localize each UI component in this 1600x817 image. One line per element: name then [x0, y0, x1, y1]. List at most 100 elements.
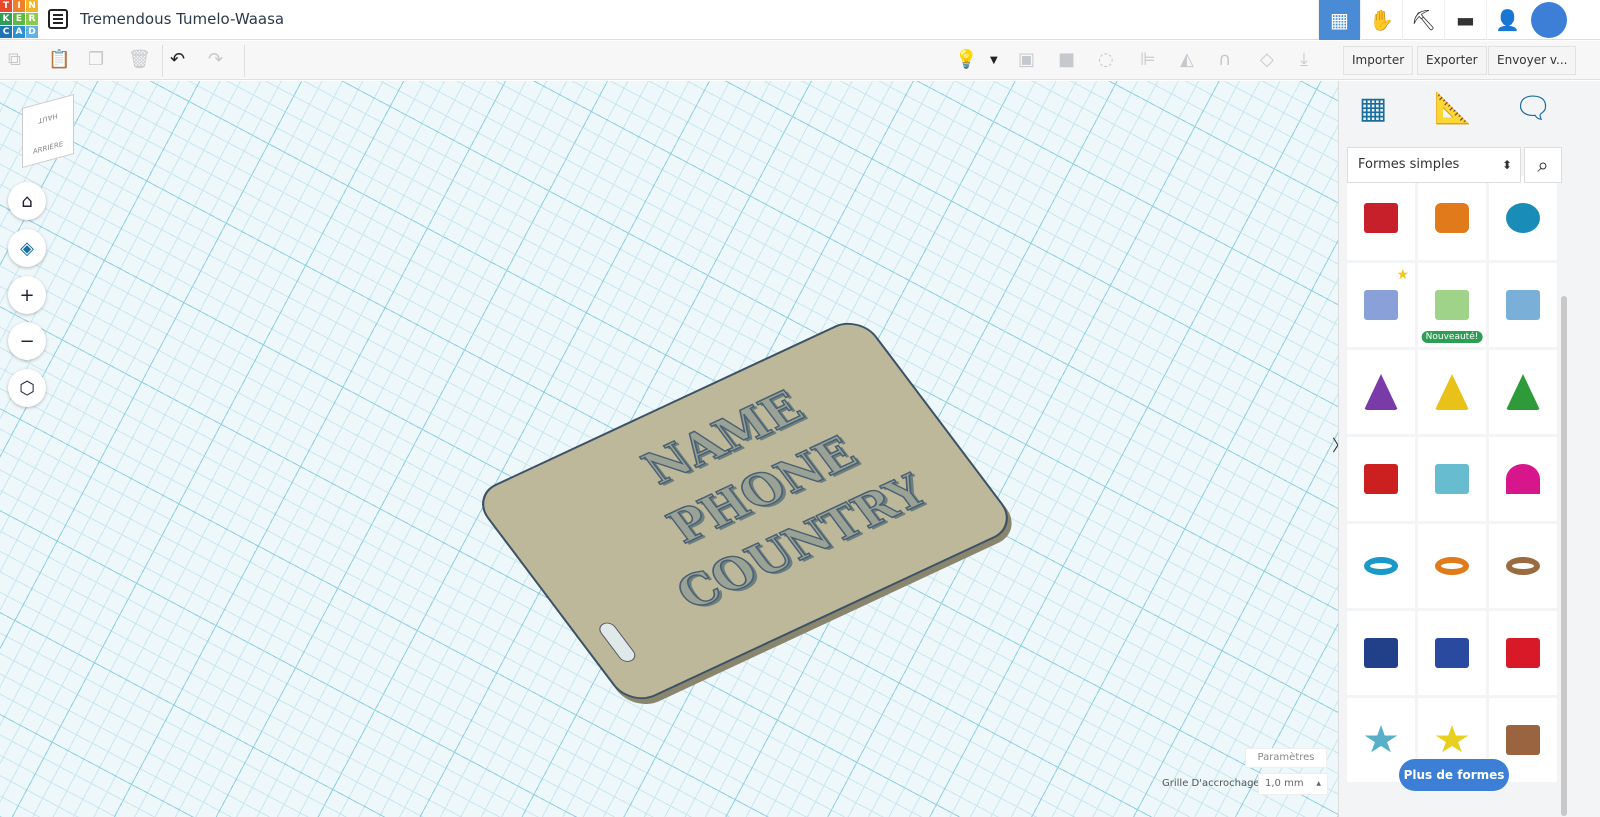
design-menu-icon[interactable]	[48, 9, 68, 29]
logo-letter: A	[13, 26, 25, 38]
text-3d-icon	[1506, 290, 1540, 320]
shape-half-sphere[interactable]	[1489, 437, 1557, 521]
polyhedron-icon	[1506, 638, 1540, 668]
ring-icon	[1506, 557, 1540, 575]
paste-icon[interactable]: 📋	[48, 49, 70, 70]
text-icon	[1364, 464, 1398, 494]
shape-wedge-box[interactable]	[1347, 611, 1415, 695]
hexagonal-prism-icon	[1435, 638, 1469, 668]
import-button[interactable]: Importer	[1343, 46, 1414, 75]
spinning-top-icon	[1435, 290, 1469, 320]
avatar-icon[interactable]	[1528, 0, 1570, 40]
viewcube-front-label: ARRIÈRE	[32, 139, 64, 157]
shapes-panel: ▦ 📐 🗨 ★ Nouveauté! Formes simples ⌕ Plus …	[1338, 81, 1600, 817]
redo-icon[interactable]: ↷	[208, 49, 223, 70]
zoom-in-icon[interactable]: +	[8, 276, 46, 314]
grid-view-icon[interactable]: ▦	[1318, 0, 1360, 40]
box-icon	[1364, 203, 1398, 233]
shape-pyramid[interactable]	[1418, 350, 1486, 434]
tinkercad-logo[interactable]: TIN KER CAD	[0, 0, 38, 38]
magnet-icon[interactable]: ∩	[1218, 49, 1231, 70]
workplane-grid-icon[interactable]: ▦	[1353, 91, 1393, 131]
design-title[interactable]: Tremendous Tumelo-Waasa	[80, 10, 284, 28]
workplane-viewport[interactable]: HAUT ARRIÈRE ⌂ ◈ + − ⬡ NAME PHONE COUNTR…	[0, 81, 1338, 817]
align-icon[interactable]: ⊫	[1140, 49, 1156, 70]
cylinder-icon	[1435, 203, 1469, 233]
light-bulb-icon[interactable]: 💡	[955, 49, 977, 70]
lego-brick-icon[interactable]: ▬	[1444, 0, 1486, 40]
shape-hexagonal-prism[interactable]	[1418, 611, 1486, 695]
minecraft-pickaxe-icon[interactable]: ⛏	[1402, 0, 1444, 40]
logo-letter: D	[26, 26, 38, 38]
shape-cylinder[interactable]	[1418, 176, 1486, 260]
new-badge: Nouveauté!	[1421, 331, 1483, 343]
sphere-icon	[1506, 203, 1540, 233]
solid-icon[interactable]: ■	[1058, 49, 1075, 70]
shape-category-select[interactable]: Formes simples	[1347, 147, 1521, 183]
torus-icon	[1364, 557, 1398, 575]
chevron-down-icon[interactable]: ▼	[990, 55, 998, 66]
drop-icon[interactable]: ⤓	[1300, 49, 1308, 70]
tag-hole	[595, 620, 639, 665]
fit-view-icon[interactable]: ◈	[8, 229, 46, 267]
shape-roof[interactable]	[1489, 350, 1557, 434]
half-cylinder-icon	[1435, 464, 1469, 494]
logo-letter: I	[13, 0, 25, 12]
undo-icon[interactable]: ↶	[170, 49, 185, 70]
shape-scribble[interactable]: ★	[1347, 263, 1415, 347]
logo-letter: E	[13, 13, 25, 25]
zoom-out-icon[interactable]: −	[8, 322, 46, 360]
ungroup-icon[interactable]: ◌	[1098, 49, 1114, 70]
home-view-icon[interactable]: ⌂	[8, 182, 46, 220]
logo-letter: T	[0, 0, 12, 12]
favorite-star-icon: ★	[1396, 267, 1409, 283]
mirror-icon[interactable]: ◭	[1180, 49, 1194, 70]
shape-polyhedron[interactable]	[1489, 611, 1557, 695]
export-button[interactable]: Exporter	[1417, 46, 1487, 75]
shape-half-cylinder[interactable]	[1418, 437, 1486, 521]
blocks-icon[interactable]: ✋	[1360, 0, 1402, 40]
shape-ring[interactable]	[1489, 524, 1557, 608]
shape-sphere[interactable]	[1489, 176, 1557, 260]
cone-icon	[1364, 374, 1398, 410]
shapes-grid: ★ Nouveauté!	[1347, 176, 1560, 782]
scrollbar[interactable]	[1561, 296, 1567, 816]
shape-cone[interactable]	[1347, 350, 1415, 434]
shape-spinning-top[interactable]: Nouveauté!	[1418, 263, 1486, 347]
settings-button[interactable]: Paramètres	[1245, 748, 1327, 768]
logo-letter: K	[0, 13, 12, 25]
tube-icon	[1435, 557, 1469, 575]
shape-tube[interactable]	[1418, 524, 1486, 608]
logo-letter: N	[26, 0, 38, 12]
more-shapes-button[interactable]: Plus de formes	[1399, 759, 1509, 791]
search-icon[interactable]: ⌕	[1524, 147, 1562, 183]
logo-letter: C	[0, 26, 12, 38]
pyramid-icon	[1435, 374, 1469, 410]
send-to-button[interactable]: Envoyer v...	[1488, 46, 1577, 75]
star-teal-icon	[1364, 725, 1398, 753]
wedge-box-icon	[1364, 638, 1398, 668]
snap-grid-label: Grille D'accrochage	[1162, 778, 1260, 789]
toolbar: ⧉ 📋 ❐ 🗑 ↶ ↷ 💡 ▼ ▣ ■ ◌ ⊫ ◭ ∩ ◇ ⤓ Importer…	[0, 41, 1600, 80]
copy-icon[interactable]: ⧉	[8, 49, 21, 70]
star-yellow-icon	[1435, 725, 1469, 753]
roof-icon	[1506, 374, 1540, 410]
shape-box[interactable]	[1347, 176, 1415, 260]
notes-icon[interactable]: 🗨	[1513, 91, 1553, 131]
delete-icon[interactable]: 🗑	[128, 49, 151, 70]
half-sphere-icon	[1506, 464, 1540, 494]
shape-text-3d[interactable]	[1489, 263, 1557, 347]
logo-letter: R	[26, 13, 38, 25]
viewcube-top-label: HAUT	[38, 111, 58, 125]
shape-text[interactable]	[1347, 437, 1415, 521]
group-icon[interactable]: ▣	[1018, 49, 1035, 70]
duplicate-icon[interactable]: ❐	[88, 49, 104, 70]
add-user-icon[interactable]: 👤	[1486, 0, 1528, 40]
ruler-icon[interactable]: 📐	[1433, 91, 1473, 131]
perspective-icon[interactable]: ⬡	[8, 369, 46, 407]
scribble-icon	[1364, 290, 1398, 320]
heart-icon	[1506, 725, 1540, 755]
snap-grid-select[interactable]: 1,0 mm	[1258, 773, 1328, 795]
shape-torus[interactable]	[1347, 524, 1415, 608]
workplane-icon[interactable]: ◇	[1260, 49, 1274, 70]
